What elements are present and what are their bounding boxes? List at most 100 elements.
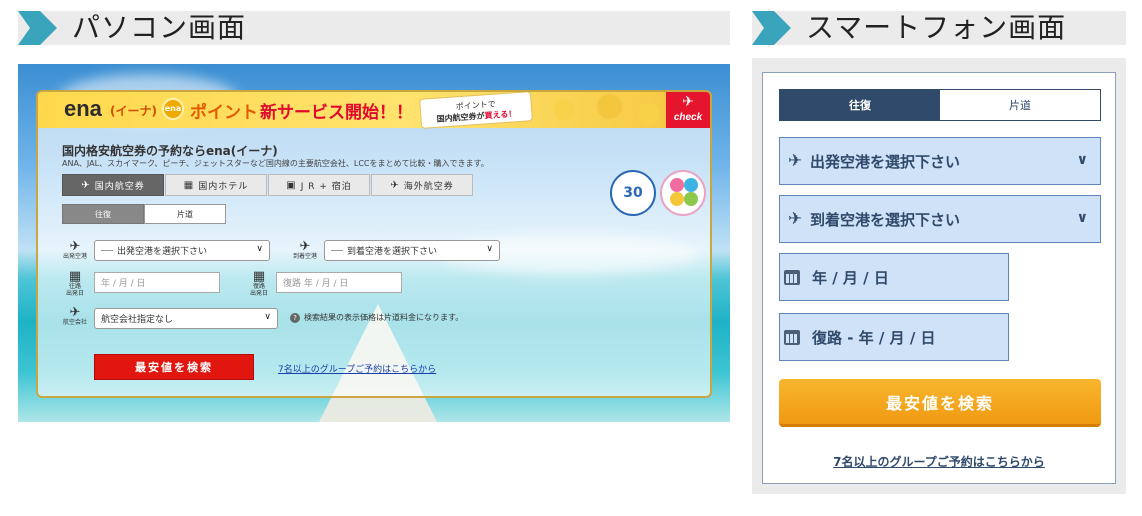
chevron-down-icon: ∨ — [1076, 210, 1088, 226]
select-value: 出発空港を選択下さい — [810, 152, 961, 171]
airline-label: ✈ 航空会社 — [60, 306, 90, 326]
departure-airport-select[interactable]: 出発空港を選択下さい ∨ — [94, 240, 270, 261]
tab-label: J R + 宿泊 — [300, 181, 352, 192]
tab-domestic-flights[interactable]: ✈ 国内航空券 — [62, 174, 164, 196]
dash-line — [101, 250, 113, 251]
sp-section-title: スマートフォン画面 — [806, 11, 1067, 44]
select-value: 到着空港を選択下さい — [810, 210, 961, 229]
tab-domestic-hotels[interactable]: ▦ 国内ホテル — [165, 174, 267, 196]
input-value: 復路 - 年 / 月 / 日 — [812, 328, 936, 347]
label-line1: 往路 — [68, 283, 81, 290]
tab-label: 国内ホテル — [198, 181, 249, 192]
check-badge[interactable]: ✈ check — [666, 92, 710, 128]
chevron-down-icon: ∨ — [486, 244, 493, 254]
label-text: 航空会社 — [62, 319, 87, 326]
dash-line — [331, 250, 343, 251]
label-line2: 出発日 — [65, 290, 84, 297]
return-date-input[interactable]: 復路 年 / 月 / 日 — [276, 272, 402, 293]
label-text: 出発空港 — [62, 253, 87, 260]
select-value: 航空会社指定なし — [101, 315, 174, 325]
question-icon: ? — [290, 312, 300, 323]
petal — [670, 178, 684, 192]
takeoff-icon: ✈ — [69, 239, 81, 254]
plane-icon: ✈ — [390, 179, 400, 191]
customer-service-badge — [660, 170, 706, 216]
pc-section-header: パソコン画面 — [18, 11, 730, 45]
group-booking-link[interactable]: 7名以上のグループご予約はこちらから — [278, 362, 436, 375]
check-label: check — [673, 112, 703, 123]
tab-label: 国内航空券 — [94, 181, 145, 192]
input-value: 年 / 月 / 日 — [812, 268, 889, 287]
sp-screenshot-frame: 往復 片道 ✈ 出発空港を選択下さい ∨ ✈ 到着空港を選択下さい ∨ 年 / … — [752, 58, 1126, 494]
return-date-label: ▦ 復路 出発日 — [244, 270, 274, 297]
header-arrow-notch — [752, 11, 764, 45]
landing-icon: ✈ — [299, 239, 311, 254]
note-text: 検索結果の表示価格は片道料金になります。 — [304, 313, 464, 322]
chevron-down-icon: ∨ — [1076, 152, 1088, 168]
one-way-option[interactable]: 片道 — [144, 204, 226, 224]
chevron-down-icon: ∨ — [256, 244, 263, 254]
arrival-airport-select[interactable]: 到着空港を選択下さい ∨ — [324, 240, 500, 261]
petal — [684, 192, 698, 206]
round-trip-option[interactable]: 往復 — [780, 90, 940, 120]
ena-logo: ena — [64, 96, 102, 121]
round-trip-option[interactable]: 往復 — [62, 204, 144, 224]
label-text: 到着空港 — [292, 253, 317, 260]
departure-airport-select[interactable]: ✈ 出発空港を選択下さい ∨ — [779, 137, 1101, 185]
return-date-input[interactable]: 復路 - 年 / 月 / 日 — [779, 313, 1009, 361]
plane-icon: ✈ — [682, 94, 694, 110]
group-booking-link[interactable]: 7名以上のグループご予約はこちらから — [763, 453, 1115, 470]
trip-type-toggle: 往復 片道 — [779, 89, 1101, 121]
price-note: ? 検索結果の表示価格は片道料金になります。 — [290, 312, 463, 323]
pc-screenshot: ena (イーナ) ena ポイント 新サービス開始！！ ポイントで 国内航空券… — [18, 64, 730, 422]
header-arrow-tip — [774, 11, 791, 45]
arrival-airport-label: ✈ 到着空港 — [290, 240, 320, 260]
outbound-date-input[interactable]: 年 / 月 / 日 — [94, 272, 220, 293]
callout-line2-prefix: 国内航空券が — [436, 111, 485, 124]
departure-airport-label: ✈ 出発空港 — [60, 240, 90, 260]
calendar-icon: ▦ — [68, 269, 82, 284]
callout-line2-emph: 買える！ — [484, 109, 517, 121]
page-subtitle: ANA、JAL、スカイマーク、ピーチ、ジェットスターなど国内線の主要航空会社、L… — [62, 159, 489, 168]
calendar-icon — [784, 269, 800, 285]
chevron-down-icon: ∨ — [264, 312, 271, 322]
page-title: 国内格安航空券の予約ならena(イーナ) — [62, 144, 278, 158]
outbound-date-label: ▦ 往路 出発日 — [60, 270, 90, 297]
promo-banner[interactable]: ena (イーナ) ena ポイント 新サービス開始！！ ポイントで 国内航空券… — [38, 92, 710, 129]
banner-callout: ポイントで 国内航空券が買える！ — [419, 92, 533, 129]
sp-screenshot: 往復 片道 ✈ 出発空港を選択下さい ∨ ✈ 到着空港を選択下さい ∨ 年 / … — [762, 72, 1116, 484]
airline-select[interactable]: 航空会社指定なし ∨ — [94, 308, 278, 329]
select-value: 到着空港を選択下さい — [347, 247, 438, 257]
search-cheapest-button[interactable]: 最安値を検索 — [94, 354, 254, 380]
search-cheapest-button[interactable]: 最安値を検索 — [779, 379, 1101, 427]
select-value: 出発空港を選択下さい — [117, 247, 208, 257]
ena-coin-icon: ena — [162, 98, 184, 120]
search-panel: ena (イーナ) ena ポイント 新サービス開始！！ ポイントで 国内航空券… — [36, 90, 712, 398]
header-arrow-tip — [40, 11, 57, 45]
banner-new-service-text: 新サービス開始！！ — [260, 103, 413, 123]
hotel-icon: ▦ — [183, 179, 195, 191]
label-line2: 出発日 — [249, 290, 268, 297]
sp-section-header: スマートフォン画面 — [752, 11, 1126, 45]
takeoff-icon: ✈ — [787, 151, 803, 171]
petal — [670, 192, 684, 206]
landing-icon: ✈ — [787, 209, 803, 229]
pc-section-title: パソコン画面 — [72, 11, 247, 44]
one-way-option[interactable]: 片道 — [940, 90, 1100, 120]
outbound-date-input[interactable]: 年 / 月 / 日 — [779, 253, 1009, 301]
ena-logo-sub: (イーナ) — [110, 104, 157, 118]
header-arrow-notch — [18, 11, 30, 45]
trip-type-toggle: 往復 片道 — [62, 204, 226, 224]
petal — [684, 178, 698, 192]
arrival-airport-select[interactable]: ✈ 到着空港を選択下さい ∨ — [779, 195, 1101, 243]
tab-international-flights[interactable]: ✈ 海外航空券 — [371, 174, 473, 196]
plane-icon: ✈ — [81, 179, 91, 191]
calendar-icon: ▦ — [252, 269, 266, 284]
product-tabs: ✈ 国内航空券 ▦ 国内ホテル ▣ J R + 宿泊 ✈ 海外航空券 — [62, 174, 474, 196]
tab-label: 海外航空券 — [403, 181, 454, 192]
train-icon: ▣ — [286, 179, 297, 191]
plane-icon: ✈ — [69, 305, 81, 320]
tab-jr-hotel[interactable]: ▣ J R + 宿泊 — [268, 174, 370, 196]
anniversary-30-badge: 30 — [610, 170, 656, 216]
banner-point-text: ポイント — [190, 103, 258, 123]
